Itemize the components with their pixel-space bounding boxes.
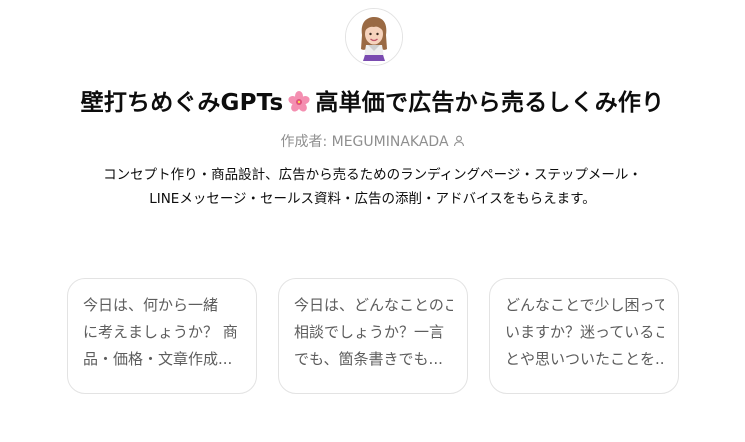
conversation-starter-1[interactable]: 今日は、何から一緒 に考えましょうか？ 商 品・価格・文章作成... xyxy=(67,278,257,394)
starter-text-line: 相談でしょうか？一言 xyxy=(294,323,445,341)
author-label: 作成者: MEGUMINAKADA xyxy=(280,134,449,150)
gpt-title: 壁打ちめぐみGPTs 高単価で広告から売るしくみ作り xyxy=(0,83,745,117)
gpt-title-suffix: 高単価で広告から売るしくみ作り xyxy=(315,90,665,116)
gpt-intro-page: 壁打ちめぐみGPTs 高単価で広告から売るしくみ作り 作成者: MEGUMINA… xyxy=(0,0,745,442)
starter-text-line: でも、箇条書きでも... xyxy=(294,350,443,368)
gpt-description: コンセプト作り・商品設計、広告から売るためのランディングページ・ステップメール・… xyxy=(0,163,745,211)
person-icon[interactable] xyxy=(453,135,465,147)
gpt-avatar xyxy=(345,8,403,66)
starter-text-line: に考えましょうか？ 商 xyxy=(83,323,238,341)
gpt-title-prefix: 壁打ちめぐみGPTs xyxy=(80,90,284,116)
starter-text-line: 今日は、どんなことのご xyxy=(294,296,453,314)
gpt-author: 作成者: MEGUMINAKADA xyxy=(0,131,745,151)
starter-text-line: いますか？迷っているこ xyxy=(505,323,664,341)
conversation-starter-3[interactable]: どんなことで少し困って いますか？迷っているこ とや思いついたことを... xyxy=(489,278,679,394)
cherry-blossom-icon xyxy=(287,90,311,114)
starter-text-line: どんなことで少し困って xyxy=(505,296,664,314)
conversation-starter-2[interactable]: 今日は、どんなことのご 相談でしょうか？一言 でも、箇条書きでも... xyxy=(278,278,468,394)
description-line: LINEメッセージ・セールス資料・広告の添削・アドバイスをもらえます。 xyxy=(149,191,596,207)
starter-text-line: 品・価格・文章作成... xyxy=(83,350,233,368)
starter-text-line: とや思いついたことを... xyxy=(505,350,664,368)
avatar-image xyxy=(346,9,402,65)
starter-text-line: 今日は、何から一緒 xyxy=(83,296,219,314)
description-line: コンセプト作り・商品設計、広告から売るためのランディングページ・ステップメール・ xyxy=(103,167,642,183)
